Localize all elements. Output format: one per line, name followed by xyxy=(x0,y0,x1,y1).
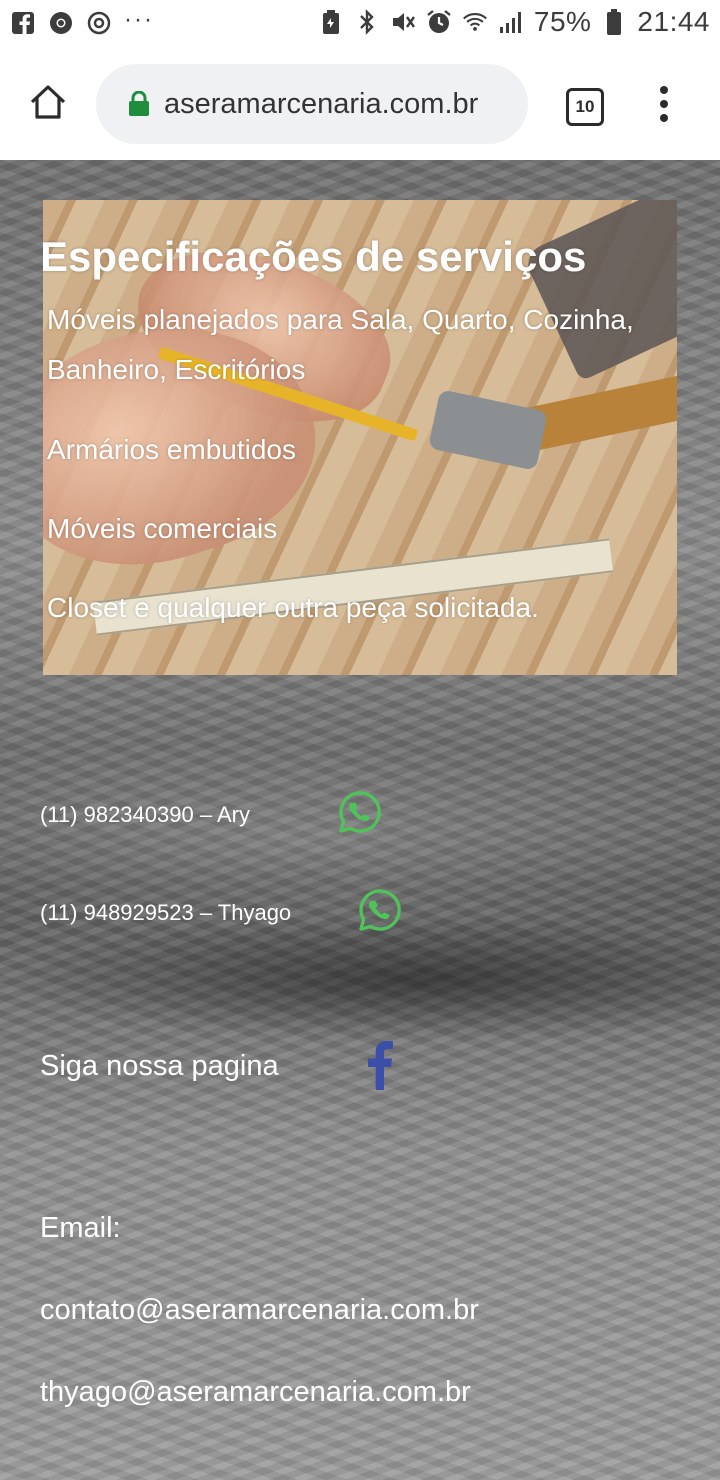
more-notifications-icon: ··· xyxy=(124,6,154,33)
battery-percent: 75% xyxy=(533,6,592,37)
battery-icon xyxy=(601,9,627,35)
browser-menu-button[interactable] xyxy=(652,84,676,124)
email-thyago-link[interactable]: thyago@aseramarcenaria.com.br xyxy=(40,1376,471,1409)
mute-icon xyxy=(390,9,416,35)
bluetooth-icon xyxy=(354,9,380,35)
address-bar[interactable]: aseramarcenaria.com.br xyxy=(96,64,528,144)
wifi-icon xyxy=(462,9,488,35)
follow-page-label: Siga nossa pagina xyxy=(40,1050,279,1082)
alarm-icon xyxy=(426,9,452,35)
service-item: Móveis comerciais xyxy=(47,513,278,544)
home-button[interactable] xyxy=(28,82,68,122)
tab-switcher-button[interactable]: 10 xyxy=(566,88,604,126)
chrome-icon xyxy=(48,10,74,36)
services-title: Especificações de serviços xyxy=(43,233,587,280)
more-vert-icon xyxy=(660,86,668,122)
browser-toolbar: aseramarcenaria.com.br 10 xyxy=(0,50,720,161)
email-contato-link[interactable]: contato@aseramarcenaria.com.br xyxy=(40,1294,479,1327)
status-bar-right: 75% 21:44 xyxy=(318,6,710,38)
web-page: Especificações de serviços Móveis planej… xyxy=(0,160,720,1480)
facebook-icon xyxy=(10,10,36,36)
phone-ary: (11) 982340390 – Ary xyxy=(40,802,250,827)
lock-icon xyxy=(129,91,149,116)
status-bar-left: ··· xyxy=(10,6,154,36)
service-item: Closet e qualquer outra peça solicitada. xyxy=(47,592,539,623)
status-bar: ··· 75% 21:44 xyxy=(0,0,720,50)
signal-icon xyxy=(498,9,524,35)
service-item: Móveis planejados para Sala, Quarto, Coz… xyxy=(47,304,634,385)
service-item: Armários embutidos xyxy=(47,434,296,465)
home-icon xyxy=(30,85,66,119)
whatsapp-icon[interactable] xyxy=(358,888,402,932)
phone-thyago: (11) 948929523 – Thyago xyxy=(40,900,292,925)
battery-saver-icon xyxy=(318,9,344,35)
url-text: aseramarcenaria.com.br xyxy=(164,87,479,120)
sync-icon xyxy=(86,10,112,36)
whatsapp-icon[interactable] xyxy=(338,790,382,834)
clock: 21:44 xyxy=(637,6,710,37)
services-card: Especificações de serviços Móveis planej… xyxy=(43,200,677,675)
facebook-link-icon[interactable] xyxy=(366,1040,394,1090)
email-label: Email: xyxy=(40,1212,121,1244)
